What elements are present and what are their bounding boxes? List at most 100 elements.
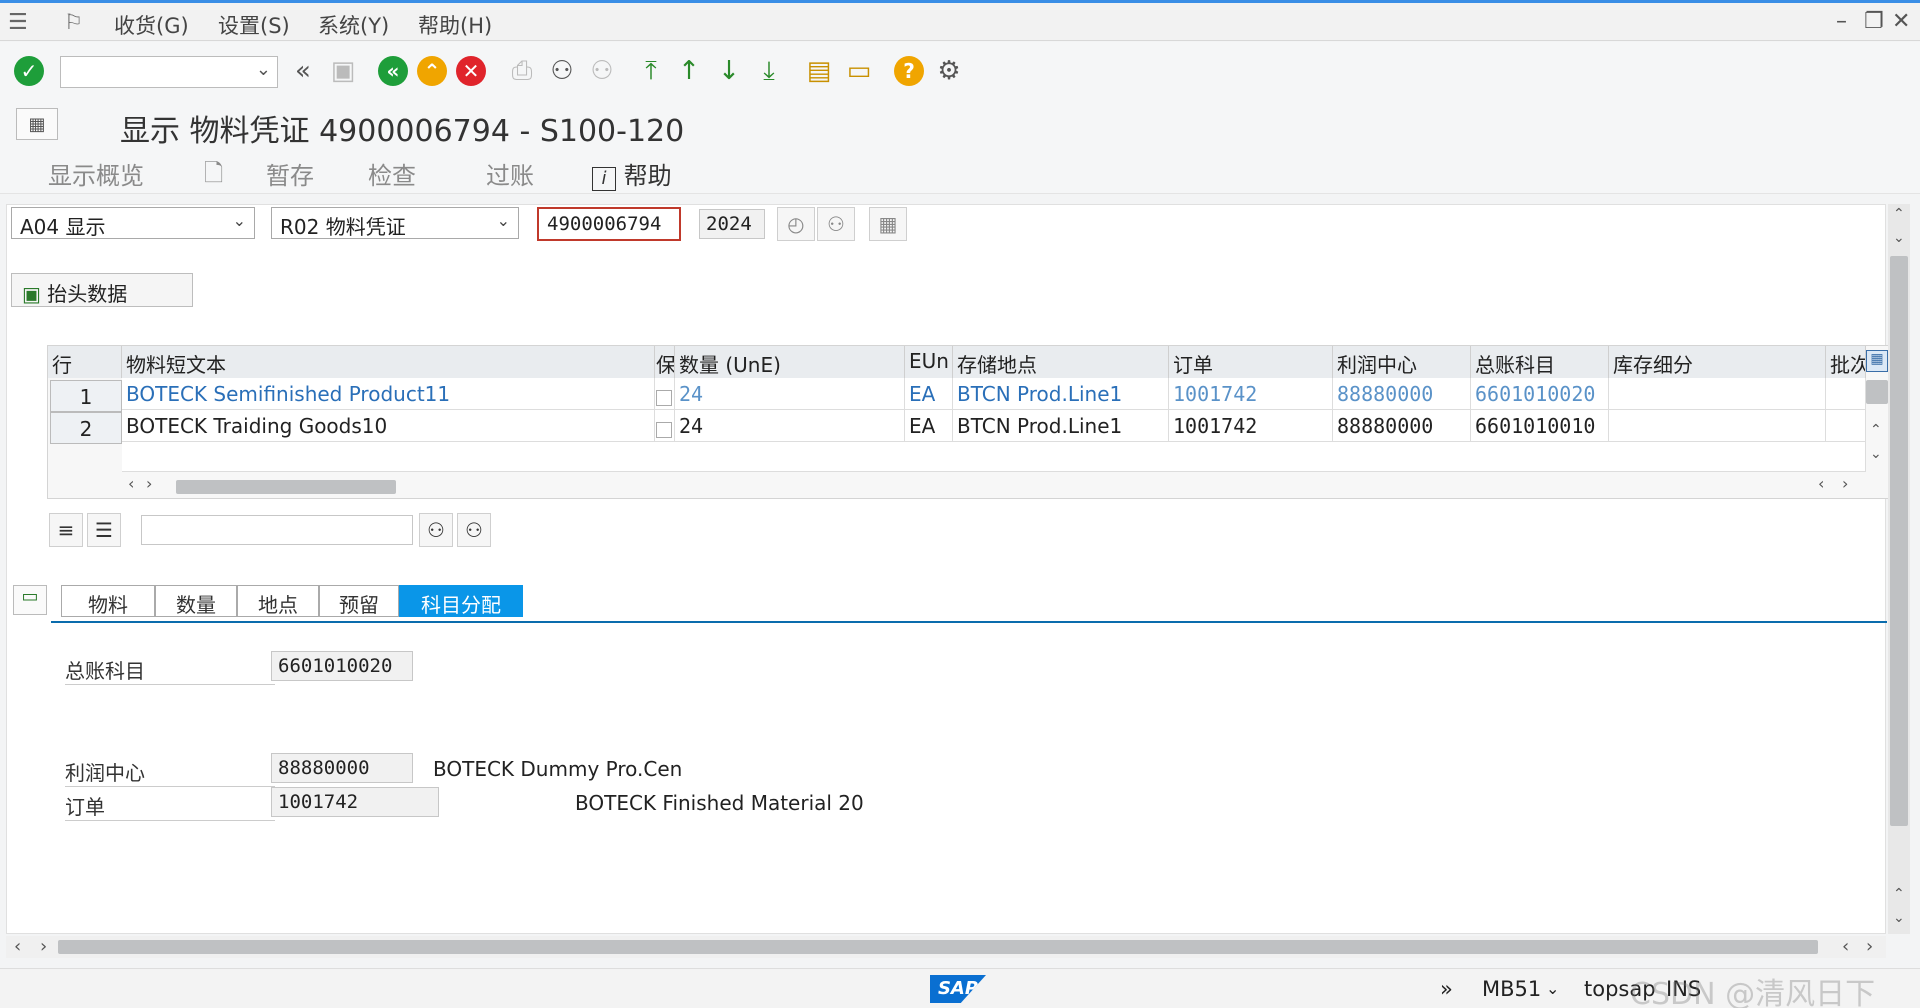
- action-select[interactable]: A04 显示 ⌄: [11, 207, 255, 239]
- select-all-icon[interactable]: ≡: [49, 513, 83, 547]
- main-vscroll[interactable]: ⌃ ⌄ ⌃ ⌄: [1888, 204, 1910, 934]
- grid-search-input[interactable]: [141, 515, 413, 545]
- scroll-left-icon[interactable]: ‹: [1818, 474, 1824, 493]
- menu-system[interactable]: 系统(Y): [318, 10, 389, 40]
- cell-keep-checkbox[interactable]: [655, 378, 675, 410]
- col-header-line[interactable]: 行: [48, 346, 122, 378]
- help-icon[interactable]: ?: [892, 54, 926, 88]
- document-number-input[interactable]: 4900006794: [537, 207, 681, 241]
- cell-stock-segment[interactable]: [1609, 378, 1826, 410]
- main-hscroll[interactable]: ‹ › ‹ ›: [6, 936, 1886, 958]
- tab-material[interactable]: 物料: [61, 585, 155, 617]
- scroll-left-icon[interactable]: ‹: [14, 936, 21, 957]
- grid-scroll-thumb[interactable]: [1866, 380, 1888, 404]
- profit-center-field[interactable]: 88880000: [271, 753, 413, 783]
- last-page-icon[interactable]: ⤓: [752, 54, 786, 88]
- transaction-code[interactable]: MB51: [1482, 977, 1541, 1001]
- menu-help[interactable]: 帮助(H): [418, 10, 492, 40]
- tab-list-icon[interactable]: ▭: [13, 585, 47, 615]
- menu-goods-receipt[interactable]: 收货(G): [114, 10, 189, 40]
- cell-batch[interactable]: [1826, 378, 1866, 410]
- chevron-down-icon[interactable]: ⌄: [1546, 979, 1559, 998]
- cell-stock-segment[interactable]: [1609, 410, 1826, 442]
- filter-icon[interactable]: ☰: [87, 513, 121, 547]
- next-page-icon[interactable]: ↓: [712, 54, 746, 88]
- menu-settings[interactable]: 设置(S): [218, 10, 290, 40]
- hold-button[interactable]: 暂存: [266, 156, 314, 191]
- scroll-down-icon[interactable]: ⌄: [1893, 230, 1905, 246]
- scroll-left-icon[interactable]: ‹: [1842, 936, 1849, 957]
- header-data-button[interactable]: ▣ 抬头数据: [11, 273, 193, 307]
- scroll-right-icon[interactable]: ›: [1842, 474, 1848, 493]
- col-header-keep[interactable]: 保: [655, 346, 675, 378]
- restore-icon[interactable]: ❐: [1864, 9, 1884, 34]
- find-next-icon[interactable]: ⚇: [585, 54, 619, 88]
- expand-status-icon[interactable]: »: [1440, 977, 1453, 1001]
- tab-quantity[interactable]: 数量: [155, 585, 237, 617]
- cell-order[interactable]: 1001742: [1169, 378, 1333, 410]
- save-icon[interactable]: ▣: [326, 54, 360, 88]
- scroll-up-icon[interactable]: ⌃: [1893, 886, 1905, 902]
- shortcut-icon[interactable]: ▭: [842, 54, 876, 88]
- help-button[interactable]: i 帮助: [592, 156, 672, 191]
- overview-button[interactable]: 显示概览: [48, 156, 144, 191]
- cell-storage-location[interactable]: BTCN Prod.Line1: [953, 378, 1169, 410]
- pin-icon[interactable]: ⚐: [64, 10, 83, 34]
- system-menu-icon[interactable]: ☰: [8, 10, 28, 35]
- execute-icon[interactable]: ◴: [777, 207, 815, 241]
- cell-storage-location[interactable]: BTCN Prod.Line1: [953, 410, 1169, 442]
- cell-profit-center[interactable]: 88880000: [1333, 378, 1471, 410]
- col-header-batch[interactable]: 批次: [1826, 346, 1866, 378]
- year-input[interactable]: 2024: [699, 209, 765, 239]
- scroll-down-icon[interactable]: ⌄: [1893, 910, 1905, 926]
- col-header-quantity[interactable]: 数量 (UnE): [675, 346, 905, 378]
- print-icon[interactable]: ⎙: [505, 54, 539, 88]
- scroll-right-icon[interactable]: ›: [146, 474, 152, 493]
- back-icon[interactable]: «: [376, 54, 410, 88]
- collapse-icon[interactable]: «: [286, 54, 320, 88]
- command-field[interactable]: ⌄: [60, 56, 278, 88]
- scroll-left-icon[interactable]: ‹: [128, 474, 134, 493]
- minimize-icon[interactable]: –: [1836, 9, 1847, 34]
- reference-select[interactable]: R02 物料凭证 ⌄: [271, 207, 519, 239]
- settings-icon[interactable]: ⚙: [932, 54, 966, 88]
- find-next-icon[interactable]: ⚇: [457, 513, 491, 547]
- cell-short-text[interactable]: BOTECK Traiding Goods10: [122, 410, 655, 442]
- chevron-down-icon[interactable]: ⌄: [256, 59, 271, 80]
- search-icon[interactable]: ⚇: [817, 207, 855, 241]
- column-settings-icon[interactable]: ▦: [1866, 350, 1888, 372]
- scroll-down-icon[interactable]: ⌄: [1870, 446, 1882, 462]
- close-window-icon[interactable]: ✕: [1892, 9, 1910, 34]
- find-icon[interactable]: ⚇: [419, 513, 453, 547]
- col-header-storage-location[interactable]: 存储地点: [953, 346, 1169, 378]
- find-icon[interactable]: ⚇: [545, 54, 579, 88]
- enter-icon[interactable]: ✓: [12, 54, 46, 88]
- cell-gl-account[interactable]: 6601010010: [1471, 410, 1609, 442]
- cell-quantity[interactable]: 24: [675, 378, 905, 410]
- cell-unit[interactable]: EA: [905, 410, 953, 442]
- grid-hscroll-thumb[interactable]: [176, 480, 396, 494]
- gl-account-field[interactable]: 6601010020: [271, 651, 413, 681]
- col-header-profit-center[interactable]: 利润中心: [1333, 346, 1471, 378]
- row-selector[interactable]: 1: [50, 380, 122, 412]
- col-header-gl-account[interactable]: 总账科目: [1471, 346, 1609, 378]
- scroll-right-icon[interactable]: ›: [1866, 936, 1873, 957]
- col-header-order[interactable]: 订单: [1169, 346, 1333, 378]
- cell-unit[interactable]: EA: [905, 378, 953, 410]
- scroll-up-icon[interactable]: ⌃: [1893, 206, 1905, 222]
- first-page-icon[interactable]: ⤒: [634, 54, 668, 88]
- cell-keep-checkbox[interactable]: [655, 410, 675, 442]
- cell-order[interactable]: 1001742: [1169, 410, 1333, 442]
- row-selector[interactable]: 2: [50, 412, 122, 444]
- post-button[interactable]: 过账: [486, 156, 534, 191]
- col-header-short-text[interactable]: 物料短文本: [122, 346, 655, 378]
- tab-reservation[interactable]: 预留: [319, 585, 399, 617]
- cell-quantity[interactable]: 24: [675, 410, 905, 442]
- col-header-stock-segment[interactable]: 库存细分: [1609, 346, 1826, 378]
- cell-profit-center[interactable]: 88880000: [1333, 410, 1471, 442]
- main-vscroll-thumb[interactable]: [1890, 256, 1908, 826]
- calendar-icon[interactable]: ▦: [869, 207, 907, 241]
- tab-account-assignment[interactable]: 科目分配: [399, 585, 523, 617]
- cell-batch[interactable]: [1826, 410, 1866, 442]
- new-session-icon[interactable]: ▤: [802, 54, 836, 88]
